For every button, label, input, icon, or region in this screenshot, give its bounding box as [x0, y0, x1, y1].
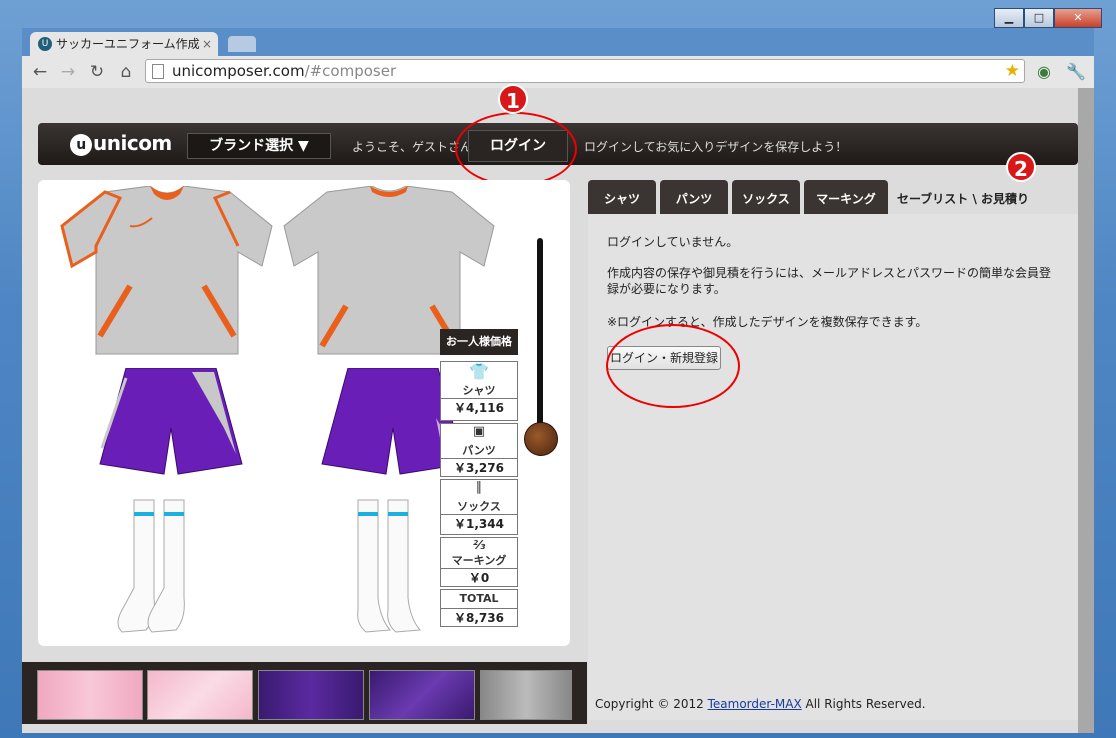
thumbnail[interactable] — [37, 670, 143, 720]
window-controls: ▁ □ ✕ — [994, 8, 1102, 28]
tab-close-icon[interactable]: × — [202, 32, 212, 56]
thumbnail[interactable] — [147, 670, 253, 720]
brand-select[interactable]: ブランド選択 ▼ — [187, 133, 331, 159]
tab-pants[interactable]: パンツ — [660, 180, 728, 214]
annotation-badge-2: 2 — [1006, 152, 1036, 182]
thumbnail[interactable] — [369, 670, 475, 720]
url-text: unicomposer.com/#composer — [172, 62, 397, 80]
tab-shirt[interactable]: シャツ — [588, 180, 656, 214]
price-card-socks: ∥ ソックス ￥1,344 — [440, 479, 518, 535]
tab-savelist[interactable]: セーブリスト \ お見積り — [892, 180, 1034, 214]
price-value: ￥0 — [441, 568, 517, 587]
socks-icon: ∥ — [475, 480, 483, 495]
zoom-slider-knob[interactable] — [524, 422, 558, 456]
socks-back — [357, 499, 421, 633]
price-label: パンツ — [462, 444, 496, 457]
price-label: シャツ — [462, 384, 496, 397]
price-label: マーキング — [451, 554, 507, 567]
forward-icon[interactable]: → — [57, 60, 79, 84]
site-logo[interactable]: u unicom — [70, 131, 172, 156]
annotation-badge-1: 1 — [498, 84, 528, 114]
copyright: Copyright © 2012 Teamorder-MAX All Right… — [595, 697, 926, 711]
price-card-marking: ⅔ マーキング ￥0 — [440, 537, 518, 587]
price-label: TOTAL — [459, 592, 499, 605]
extension-eye-icon[interactable]: ◉ — [1033, 60, 1055, 84]
price-card-total: TOTAL ￥8,736 — [440, 589, 518, 627]
price-value: ￥4,116 — [441, 398, 517, 417]
shirt-icon: 👕 — [469, 362, 489, 381]
highlight-circle-register — [606, 324, 740, 408]
registration-note-line2: 録が必要になります。 — [607, 282, 726, 296]
tab-marking[interactable]: マーキング — [804, 180, 888, 214]
thumbnail[interactable] — [480, 670, 572, 720]
tab-title: サッカーユニフォーム作成 — [56, 37, 200, 51]
registration-note-line1: 作成内容の保存や御見積を行うには、メールアドレスとパスワードの簡単な会員登 — [607, 266, 1052, 280]
thumbnail[interactable] — [258, 670, 364, 720]
favicon-icon: U — [38, 37, 52, 51]
price-header: お一人様価格 — [440, 329, 518, 355]
page-icon — [152, 64, 164, 79]
pants-icon: ▣ — [472, 424, 486, 439]
shorts-front — [99, 368, 243, 475]
not-logged-in-text: ログインしていません。 — [607, 235, 739, 249]
wrench-icon[interactable]: 🔧 — [1065, 60, 1087, 84]
home-icon[interactable]: ⌂ — [115, 60, 137, 84]
price-label: ソックス — [457, 500, 501, 513]
new-tab-button[interactable] — [228, 36, 256, 52]
price-value: ￥8,736 — [441, 608, 517, 627]
price-card-pants: ▣ パンツ ￥3,276 — [440, 423, 518, 477]
reload-icon[interactable]: ↻ — [86, 60, 108, 84]
promo-text: ログインしてお気に入りデザインを保存しよう！ — [584, 140, 848, 154]
back-icon[interactable]: ← — [29, 60, 51, 84]
logo-mark-icon: u — [70, 133, 92, 156]
price-value: ￥3,276 — [441, 458, 517, 477]
marking-icon: ⅔ — [472, 538, 486, 552]
option-tabs: シャツ パンツ ソックス マーキング セーブリスト \ お見積り — [588, 180, 1034, 214]
welcome-text: ようこそ、ゲストさん — [352, 140, 473, 154]
price-card-shirt: 👕 シャツ ￥4,116 — [440, 361, 518, 421]
page-edge — [1078, 88, 1094, 733]
minimize-button[interactable]: ▁ — [994, 8, 1024, 28]
tab-socks[interactable]: ソックス — [732, 180, 800, 214]
bookmark-star-icon[interactable]: ★ — [1005, 61, 1020, 81]
browser-tab[interactable]: U サッカーユニフォーム作成 × — [30, 32, 218, 56]
highlight-circle-login — [455, 112, 577, 186]
socks-front — [117, 499, 185, 633]
close-button[interactable]: ✕ — [1054, 8, 1102, 28]
maximize-button[interactable]: □ — [1024, 8, 1054, 28]
teamorder-link[interactable]: Teamorder-MAX — [708, 697, 802, 711]
address-bar[interactable]: unicomposer.com/#composer ★ — [145, 59, 1025, 83]
shirt-front — [60, 186, 273, 355]
price-value: ￥1,344 — [441, 514, 517, 533]
